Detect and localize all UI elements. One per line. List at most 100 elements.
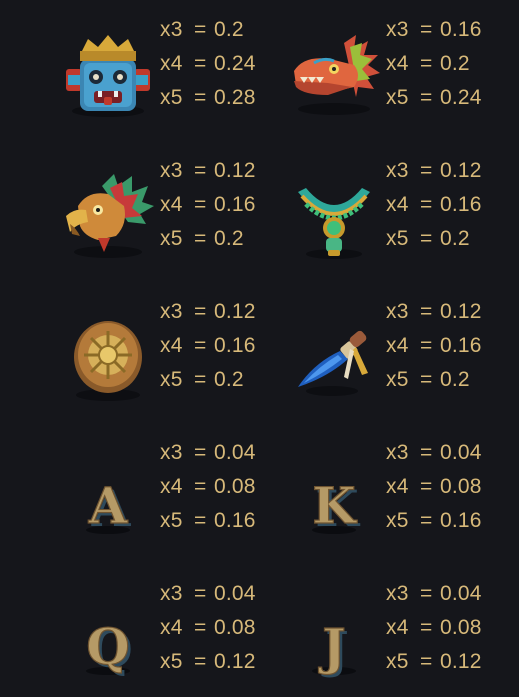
equals-sign: = — [194, 650, 207, 673]
multiplier-label: x4 — [160, 193, 183, 216]
multiplier-label: x5 — [386, 650, 409, 673]
payout-list: x3 = 0.12 x4 = 0.16 x5 = 0.2 — [386, 154, 513, 256]
equals-sign: = — [194, 475, 207, 498]
multiplier-label: x5 — [160, 86, 183, 109]
multiplier-label: x3 — [160, 159, 183, 182]
equals-sign: = — [194, 334, 207, 357]
equals-sign: = — [420, 86, 433, 109]
multiplier-label: x5 — [386, 509, 409, 532]
equals-sign: = — [194, 52, 207, 75]
payout-row: x3 = 0.12 — [386, 295, 513, 329]
multiplier-label: x3 — [160, 18, 183, 41]
feathered-serpent-icon — [284, 25, 384, 125]
equals-sign: = — [420, 650, 433, 673]
payout-value: 0.12 — [214, 650, 256, 673]
payout-row: x5 = 0.2 — [386, 363, 513, 397]
equals-sign: = — [194, 193, 207, 216]
equals-sign: = — [194, 300, 207, 323]
equals-sign: = — [420, 159, 433, 182]
payout-value: 0.12 — [440, 159, 482, 182]
paytable-cell: Q Qx3 = 0.04 x4 = 0.08 x5 = 0.12 — [28, 577, 287, 697]
gold-shield-icon — [58, 307, 158, 407]
payout-row: x5 = 0.12 — [386, 645, 513, 679]
payout-value: 0.12 — [440, 300, 482, 323]
equals-sign: = — [194, 18, 207, 41]
paytable-cell: J Jx3 = 0.04 x4 = 0.08 x5 = 0.12 — [254, 577, 513, 697]
payout-value: 0.16 — [214, 193, 256, 216]
payout-row: x5 = 0.16 — [386, 504, 513, 538]
equals-sign: = — [194, 86, 207, 109]
equals-sign: = — [420, 582, 433, 605]
payout-value: 0.16 — [440, 18, 482, 41]
payout-list: x3 = 0.04 x4 = 0.08 x5 = 0.12 — [386, 577, 513, 679]
payout-value: 0.16 — [440, 193, 482, 216]
multiplier-label: x4 — [386, 475, 409, 498]
multiplier-label: x5 — [386, 86, 409, 109]
payout-row: x4 = 0.16 — [386, 188, 513, 222]
equals-sign: = — [194, 582, 207, 605]
equals-sign: = — [420, 334, 433, 357]
payout-value: 0.24 — [214, 52, 256, 75]
paytable-cell: x3 = 0.16 x4 = 0.2 x5 = 0.24 — [254, 13, 513, 133]
payout-value: 0.2 — [214, 227, 244, 250]
payout-value: 0.2 — [440, 227, 470, 250]
equals-sign: = — [194, 509, 207, 532]
multiplier-label: x3 — [160, 300, 183, 323]
payout-row: x5 = 0.2 — [386, 222, 513, 256]
stone-mask-icon — [58, 25, 158, 125]
svg-text:K: K — [312, 476, 357, 535]
payout-list: x3 = 0.12 x4 = 0.16 x5 = 0.2 — [386, 295, 513, 397]
payout-row: x3 = 0.04 — [386, 436, 513, 470]
letter-j-icon: J J — [284, 589, 384, 689]
multiplier-label: x4 — [160, 475, 183, 498]
equals-sign: = — [194, 616, 207, 639]
payout-value: 0.2 — [214, 18, 244, 41]
multiplier-label: x4 — [386, 193, 409, 216]
multiplier-label: x4 — [160, 52, 183, 75]
paytable-cell: x3 = 0.12 x4 = 0.16 x5 = 0.2 — [28, 295, 287, 415]
payout-value: 0.16 — [440, 509, 482, 532]
payout-row: x3 = 0.04 — [386, 577, 513, 611]
payout-list: x3 = 0.04 x4 = 0.08 x5 = 0.16 — [386, 436, 513, 538]
letter-a-icon: A A — [58, 448, 158, 548]
equals-sign: = — [420, 441, 433, 464]
payout-value: 0.2 — [440, 368, 470, 391]
multiplier-label: x5 — [386, 368, 409, 391]
paytable-cell: x3 = 0.12 x4 = 0.16 x5 = 0.2 — [254, 295, 513, 415]
multiplier-label: x5 — [160, 227, 183, 250]
equals-sign: = — [420, 18, 433, 41]
equals-sign: = — [194, 227, 207, 250]
eagle-head-icon — [58, 166, 158, 266]
paytable-cell: x3 = 0.2 x4 = 0.24 x5 = 0.28 — [28, 13, 287, 133]
multiplier-label: x3 — [386, 582, 409, 605]
payout-value: 0.2 — [440, 52, 470, 75]
payout-value: 0.04 — [214, 582, 256, 605]
equals-sign: = — [194, 368, 207, 391]
payout-row: x4 = 0.2 — [386, 47, 513, 81]
equals-sign: = — [420, 227, 433, 250]
payout-row: x4 = 0.08 — [386, 611, 513, 645]
multiplier-label: x5 — [160, 368, 183, 391]
equals-sign: = — [420, 616, 433, 639]
payout-row: x4 = 0.16 — [386, 329, 513, 363]
multiplier-label: x4 — [386, 52, 409, 75]
payout-value: 0.12 — [214, 300, 256, 323]
equals-sign: = — [420, 475, 433, 498]
equals-sign: = — [420, 52, 433, 75]
payout-row: x3 = 0.12 — [386, 154, 513, 188]
paytable-grid: x3 = 0.2 x4 = 0.24 x5 = 0.28 x3 = 0.16 x4 = 0.2 x5 = 0.2… — [0, 0, 519, 681]
payout-value: 0.16 — [214, 334, 256, 357]
payout-value: 0.08 — [440, 616, 482, 639]
paytable-cell: x3 = 0.12 x4 = 0.16 x5 = 0.2 — [28, 154, 287, 274]
equals-sign: = — [420, 509, 433, 532]
payout-value: 0.12 — [440, 650, 482, 673]
equals-sign: = — [420, 193, 433, 216]
payout-value: 0.04 — [440, 582, 482, 605]
paytable-cell: A Ax3 = 0.04 x4 = 0.08 x5 = 0.16 — [28, 436, 287, 556]
multiplier-label: x4 — [160, 334, 183, 357]
multiplier-label: x3 — [160, 441, 183, 464]
multiplier-label: x4 — [160, 616, 183, 639]
multiplier-label: x4 — [386, 334, 409, 357]
payout-row: x4 = 0.08 — [386, 470, 513, 504]
paytable-cell: K Kx3 = 0.04 x4 = 0.08 x5 = 0.16 — [254, 436, 513, 556]
